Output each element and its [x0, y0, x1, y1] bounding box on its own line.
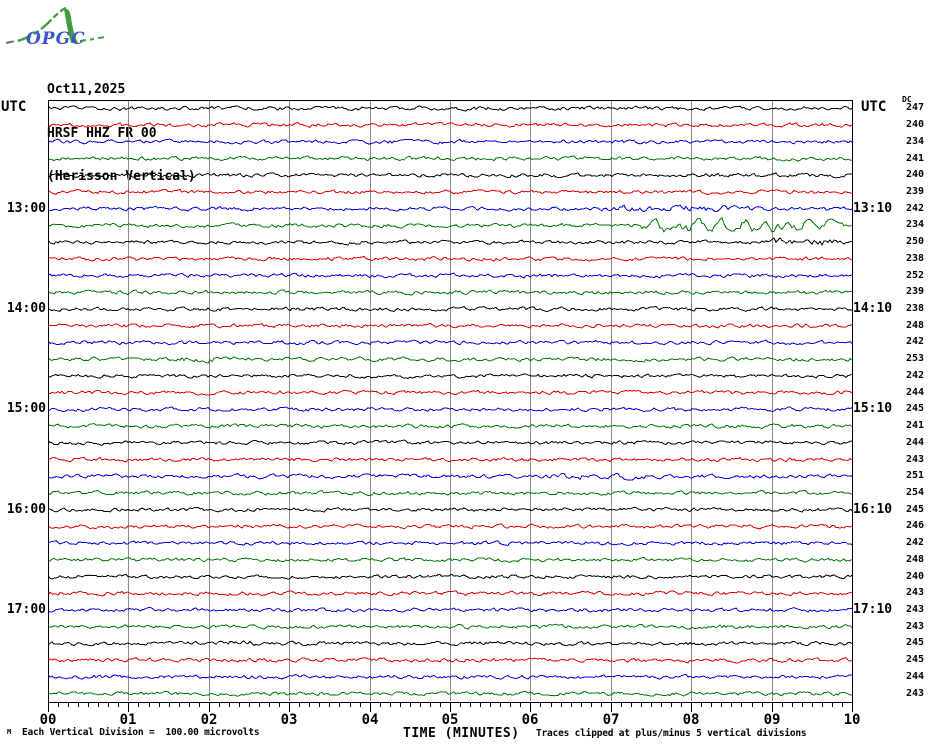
footnote-clipping: Traces clipped at plus/minus 5 vertical … — [536, 728, 807, 739]
time-axis-label: TIME (MINUTES) — [403, 726, 520, 741]
x-tick-04: 04 — [361, 712, 379, 728]
x-tick-08: 08 — [682, 712, 700, 728]
x-tick-03: 03 — [280, 712, 298, 728]
x-tick-07: 07 — [602, 712, 620, 728]
x-tick-09: 09 — [763, 712, 781, 728]
x-tick-01: 01 — [119, 712, 137, 728]
helicorder-page: OPGC Oct11,2025 HRSF HHZ FR 00 (Herisson… — [0, 0, 930, 744]
footnote-scale: Each Vertical Division = 100.00 microvol… — [22, 727, 260, 738]
x-tick-00: 00 — [39, 712, 57, 728]
x-tick-02: 02 — [200, 712, 218, 728]
corner-mark: M — [7, 728, 12, 736]
x-tick-10: 10 — [843, 712, 861, 728]
x-tick-labels: 00 01 02 03 04 05 06 07 08 09 10 — [0, 0, 930, 744]
